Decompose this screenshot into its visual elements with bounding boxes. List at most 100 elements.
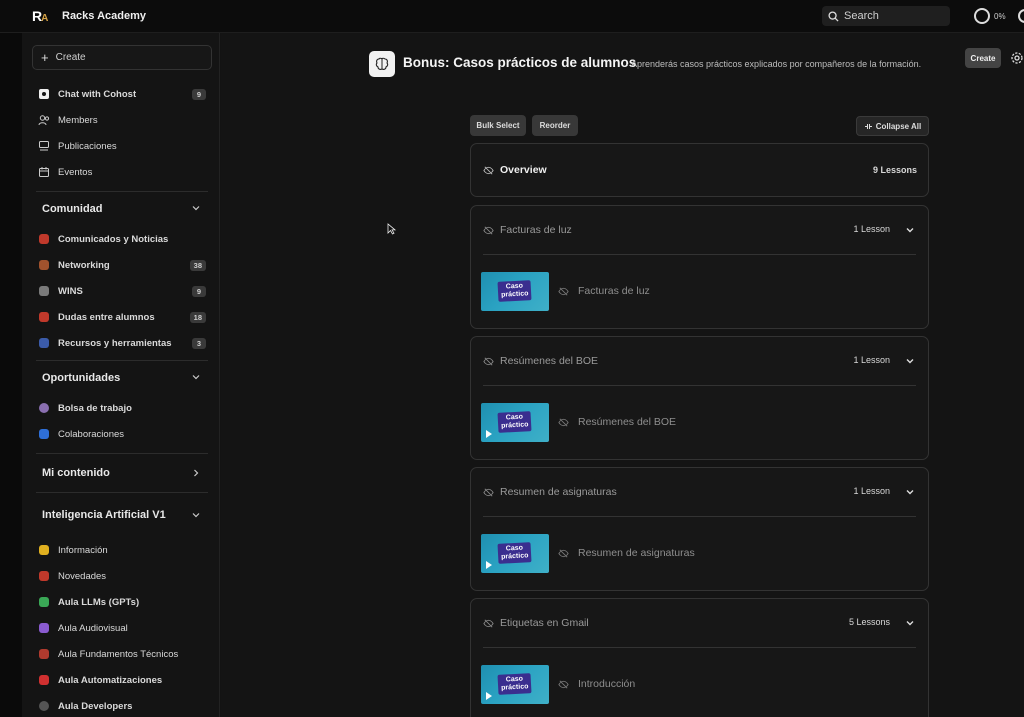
- module-card[interactable]: Facturas de luz 1 Lesson Caso práctico Fa…: [470, 205, 929, 329]
- lesson-item[interactable]: Caso práctico Resumen de asignaturas: [471, 517, 928, 589]
- toolbox-icon: [39, 338, 49, 348]
- sidebar-item-bolsa[interactable]: Bolsa de trabajo: [22, 395, 220, 421]
- sidebar-item-comunicados[interactable]: Comunicados y Noticias: [22, 226, 220, 252]
- count-badge: 9: [192, 89, 206, 100]
- app-logo[interactable]: RA: [32, 8, 48, 24]
- calendar-icon: [38, 166, 50, 178]
- section-comunidad[interactable]: Comunidad: [22, 192, 220, 226]
- card-title: Etiquetas en Gmail: [500, 617, 589, 629]
- eye-off-icon: [558, 549, 569, 557]
- chevron-down-icon[interactable]: [905, 225, 915, 235]
- chevron-down-icon: [192, 206, 200, 211]
- reorder-button[interactable]: Reorder: [532, 115, 578, 136]
- sidebar-item-aula-developers[interactable]: Aula Developers: [22, 693, 220, 717]
- trophy-icon: [39, 286, 49, 296]
- card-header[interactable]: Resúmenes del BOE 1 Lesson: [471, 337, 928, 385]
- card-header[interactable]: Facturas de luz 1 Lesson: [471, 206, 928, 254]
- chat-icon: [38, 88, 50, 100]
- sidebar-item-label: Publicaciones: [58, 140, 117, 152]
- card-title: Resumen de asignaturas: [500, 486, 617, 498]
- sidebar-item-informacion[interactable]: Información: [22, 537, 220, 563]
- module-card[interactable]: Resúmenes del BOE 1 Lesson Caso práctico …: [470, 336, 929, 460]
- chevron-down-icon[interactable]: [905, 618, 915, 628]
- play-icon: [486, 560, 492, 569]
- sidebar-item-label: Novedades: [58, 570, 107, 582]
- lesson-item[interactable]: Caso práctico Facturas de luz: [471, 255, 928, 327]
- sidebar-item-wins[interactable]: WINS 9: [22, 278, 220, 304]
- lesson-thumbnail[interactable]: Caso práctico: [481, 402, 549, 442]
- section-inteligencia-artificial[interactable]: Inteligencia Artificial V1: [22, 493, 220, 537]
- sidebar-item-networking[interactable]: Networking 38: [22, 252, 220, 278]
- sidebar-item-eventos[interactable]: Eventos: [22, 159, 220, 185]
- overview-card[interactable]: Overview 9 Lessons: [470, 143, 929, 197]
- sidebar-item-dudas[interactable]: Dudas entre alumnos 18: [22, 304, 220, 330]
- lesson-thumbnail[interactable]: Caso práctico: [481, 533, 549, 573]
- card-header[interactable]: Etiquetas en Gmail 5 Lessons: [471, 599, 928, 647]
- notification-icon[interactable]: [1018, 9, 1024, 23]
- lesson-title: Resúmenes del BOE: [578, 416, 677, 428]
- mouse-cursor-icon: [387, 223, 397, 235]
- book-icon: [39, 649, 49, 659]
- sidebar-item-members[interactable]: Members: [22, 107, 220, 133]
- eye-off-icon: [558, 287, 569, 295]
- sidebar-item-recursos[interactable]: Recursos y herramientas 3: [22, 330, 220, 356]
- sidebar-item-aula-automatizaciones[interactable]: Aula Automatizaciones: [22, 667, 220, 693]
- brain-icon: [369, 51, 395, 77]
- sidebar-item-label: Aula Automatizaciones: [58, 674, 163, 686]
- eye-off-icon: [483, 619, 494, 627]
- sidebar-item-aula-audiovisual[interactable]: Aula Audiovisual: [22, 615, 220, 641]
- handshake-icon: [39, 260, 49, 270]
- lesson-thumbnail[interactable]: Caso práctico: [481, 664, 549, 704]
- collapse-icon: [864, 123, 872, 129]
- module-card[interactable]: Resumen de asignaturas 1 Lesson Caso prác…: [470, 467, 929, 591]
- lesson-count: 1 Lesson: [853, 224, 890, 234]
- card-header[interactable]: Resumen de asignaturas 1 Lesson: [471, 468, 928, 516]
- eye-off-icon: [558, 418, 569, 426]
- lesson-thumbnail[interactable]: Caso práctico: [481, 271, 549, 311]
- sidebar-item-label: Dudas entre alumnos: [58, 311, 155, 323]
- sidebar-item-aula-fundamentos[interactable]: Aula Fundamentos Técnicos: [22, 641, 220, 667]
- chevron-down-icon[interactable]: [905, 487, 915, 497]
- sidebar-item-colaboraciones[interactable]: Colaboraciones: [22, 421, 220, 447]
- card-header[interactable]: Overview 9 Lessons: [471, 144, 928, 196]
- news-icon: [39, 571, 49, 581]
- section-oportunidades[interactable]: Oportunidades: [22, 361, 220, 395]
- sidebar-item-label: Networking: [58, 259, 110, 271]
- collapse-all-button[interactable]: Collapse All: [856, 116, 929, 136]
- collab-icon: [39, 429, 49, 439]
- sidebar-create-button[interactable]: + Create: [32, 45, 212, 70]
- sidebar-item-label: Información: [58, 544, 108, 556]
- progress-indicator[interactable]: 0%: [974, 8, 1006, 24]
- section-title: Mi contenido: [42, 467, 110, 479]
- sidebar-item-aula-llms[interactable]: Aula LLMs (GPTs): [22, 589, 220, 615]
- sidebar-item-label: Chat with Cohost: [58, 88, 137, 100]
- create-label: Create: [55, 52, 86, 63]
- main-content: Bonus: Casos prácticos de alumnos · Apre…: [221, 33, 1024, 717]
- chevron-down-icon[interactable]: [905, 356, 915, 366]
- sidebar-item-publicaciones[interactable]: Publicaciones: [22, 133, 220, 159]
- app-name[interactable]: Racks Academy: [62, 10, 146, 22]
- thumbnail-label: Caso práctico: [497, 280, 533, 302]
- eye-off-icon: [558, 680, 569, 688]
- lesson-item[interactable]: Caso práctico Resúmenes del BOE: [471, 386, 928, 458]
- count-badge: 38: [189, 260, 206, 271]
- sidebar-item-label: WINS: [58, 285, 83, 297]
- sidebar-item-novedades[interactable]: Novedades: [22, 563, 220, 589]
- bulk-select-button[interactable]: Bulk Select: [470, 115, 526, 136]
- settings-gear-icon[interactable]: [1010, 51, 1024, 65]
- lesson-item[interactable]: Caso práctico Introducción: [471, 648, 928, 717]
- search-input[interactable]: Search: [822, 6, 950, 26]
- create-button[interactable]: Create: [965, 48, 1001, 68]
- lesson-count: 1 Lesson: [853, 355, 890, 365]
- posts-icon: [38, 140, 50, 152]
- section-mi-contenido[interactable]: Mi contenido: [22, 454, 220, 492]
- robot-icon: [39, 597, 49, 607]
- count-badge: 18: [189, 312, 206, 323]
- card-title: Overview: [500, 164, 547, 176]
- count-badge: 9: [192, 286, 206, 297]
- collapse-all-label: Collapse All: [875, 121, 922, 131]
- sidebar-item-label: Aula LLMs (GPTs): [58, 596, 140, 608]
- sidebar-item-chat[interactable]: Chat with Cohost 9: [22, 81, 220, 107]
- module-card[interactable]: Etiquetas en Gmail 5 Lessons Caso práctic…: [470, 598, 929, 717]
- progress-ring-icon: [974, 8, 990, 24]
